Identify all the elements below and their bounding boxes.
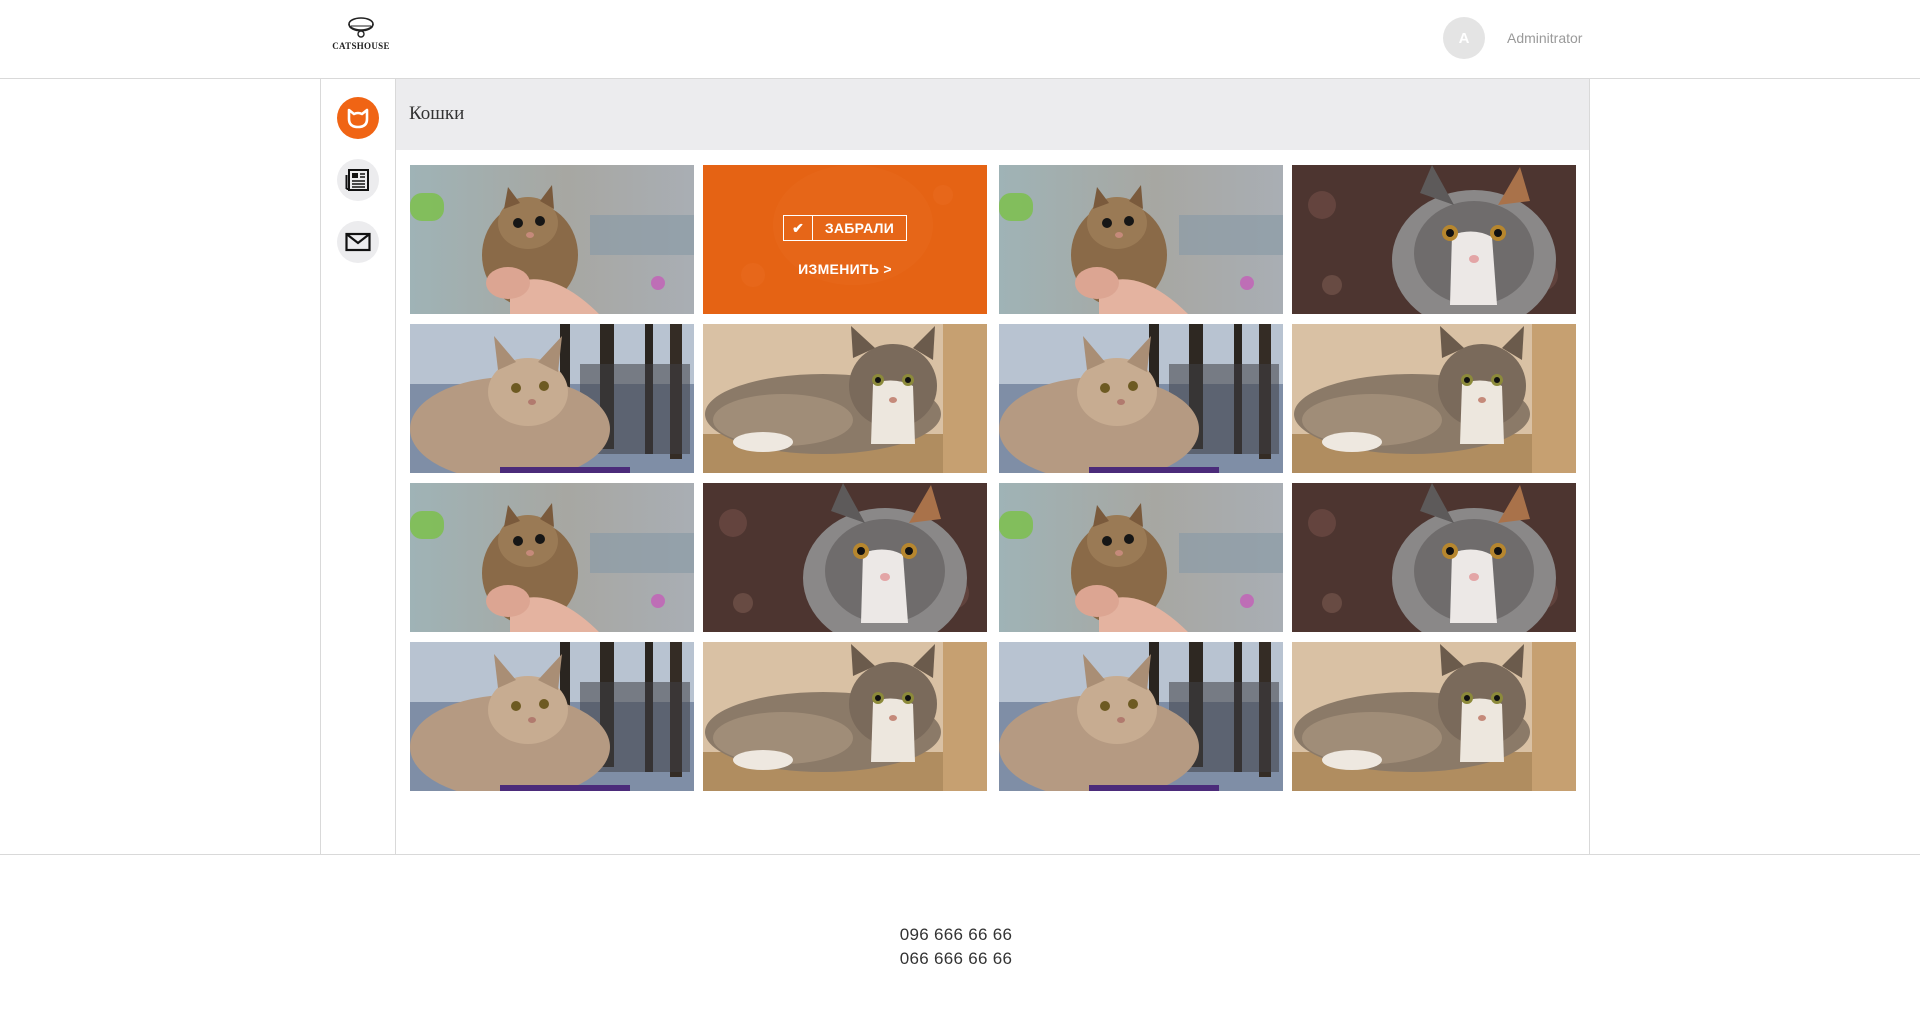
main-content: Кошки ✔ ЗАБРАЛИ ИЗМЕНИТЬ > xyxy=(396,79,1589,854)
cat-photo-image xyxy=(999,483,1283,632)
footer: 096 666 66 66 066 666 66 66 xyxy=(0,855,1920,1026)
page-title: Кошки xyxy=(409,103,465,124)
phone-number-1[interactable]: 096 666 66 66 xyxy=(0,925,1912,945)
cat-collar-logo-icon xyxy=(348,17,374,38)
cat-photo-fluffy-cat-outdoors[interactable] xyxy=(410,642,694,791)
taken-overlay: ✔ ЗАБРАЛИ ИЗМЕНИТЬ > xyxy=(703,165,987,314)
catshouse-logo[interactable]: CATSHOUSE xyxy=(329,17,393,57)
cat-photo-image xyxy=(999,642,1283,791)
cat-photo-fluffy-cat-outdoors[interactable] xyxy=(999,324,1283,473)
nav-messages-button[interactable] xyxy=(337,221,379,263)
cat-photo-image xyxy=(1292,483,1576,632)
cat-photo-lying-maine-coon[interactable] xyxy=(703,324,987,473)
top-header: CATSHOUSE A Adminitrator xyxy=(0,0,1920,79)
cat-photo-image xyxy=(1292,165,1576,314)
cat-photo-fluffy-cat-outdoors[interactable] xyxy=(999,642,1283,791)
sidebar xyxy=(320,79,395,854)
check-icon: ✔ xyxy=(784,216,813,240)
cat-photo-calico-cat[interactable] xyxy=(703,483,987,632)
cat-photo-image xyxy=(410,165,694,314)
cat-face-icon xyxy=(347,108,369,129)
nav-cats-button[interactable] xyxy=(337,97,379,139)
cat-photo-image xyxy=(999,324,1283,473)
cat-photo-image xyxy=(703,324,987,473)
cat-photo-calico-cat[interactable] xyxy=(1292,165,1576,314)
cat-photo-image xyxy=(999,165,1283,314)
edit-link[interactable]: ИЗМЕНИТЬ > xyxy=(703,261,987,277)
cat-photo-lying-maine-coon[interactable] xyxy=(1292,642,1576,791)
logo-text: CATSHOUSE xyxy=(332,41,390,51)
avatar[interactable]: A xyxy=(1443,17,1485,59)
cat-photo-kitten-in-hand[interactable] xyxy=(410,483,694,632)
cat-photo-fluffy-cat-outdoors[interactable] xyxy=(410,324,694,473)
cat-photo-image xyxy=(410,324,694,473)
cat-photo-image xyxy=(703,483,987,632)
cat-photo-kitten-in-hand[interactable] xyxy=(410,165,694,314)
cat-photo-image xyxy=(1292,642,1576,791)
cat-photo-image xyxy=(703,642,987,791)
cat-photo-lying-maine-coon[interactable] xyxy=(703,642,987,791)
cat-photo-orange-cat-taken[interactable]: ✔ ЗАБРАЛИ ИЗМЕНИТЬ > xyxy=(703,165,987,314)
user-menu[interactable]: A Adminitrator xyxy=(1443,17,1582,59)
cat-photo-calico-cat[interactable] xyxy=(1292,483,1576,632)
phone-number-2[interactable]: 066 666 66 66 xyxy=(0,949,1912,969)
cat-photo-image xyxy=(1292,324,1576,473)
taken-status-badge[interactable]: ✔ ЗАБРАЛИ xyxy=(783,215,907,241)
cat-photo-kitten-in-hand[interactable] xyxy=(999,483,1283,632)
page-header: Кошки xyxy=(396,79,1589,150)
taken-status-label: ЗАБРАЛИ xyxy=(824,220,895,236)
content-right-border xyxy=(1589,79,1590,854)
cat-photo-image xyxy=(410,483,694,632)
envelope-icon xyxy=(345,232,371,252)
nav-news-button[interactable] xyxy=(337,159,379,201)
newspaper-icon xyxy=(345,169,369,191)
cat-photo-kitten-in-hand[interactable] xyxy=(999,165,1283,314)
cat-photo-image xyxy=(410,642,694,791)
username[interactable]: Adminitrator xyxy=(1507,30,1582,46)
cat-photo-lying-maine-coon[interactable] xyxy=(1292,324,1576,473)
